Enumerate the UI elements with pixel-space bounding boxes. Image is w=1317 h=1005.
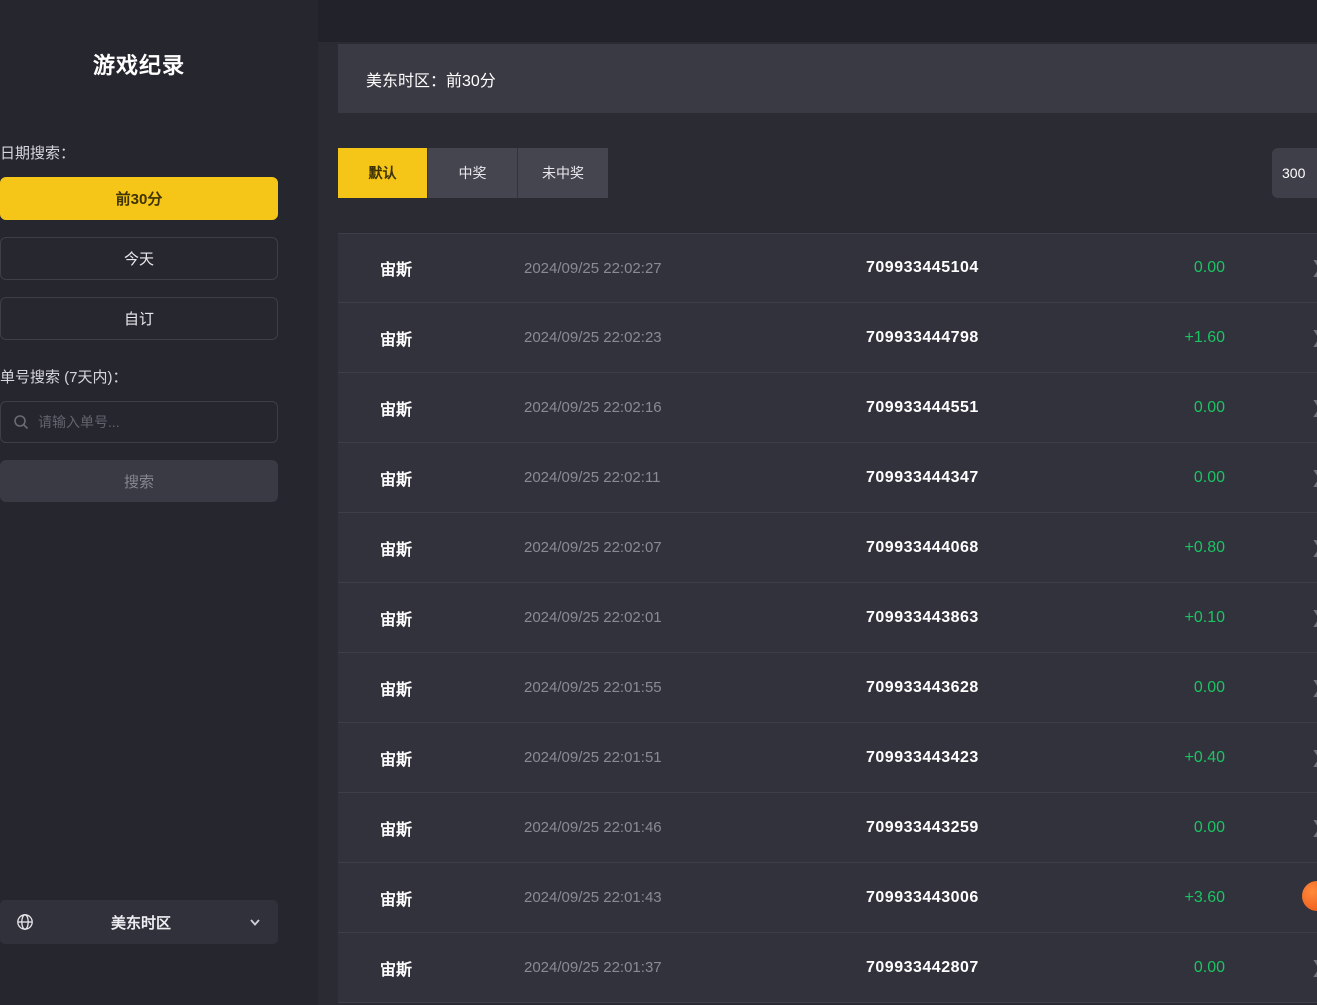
- amount-value: 0.00: [1166, 819, 1317, 837]
- amount-value: +0.10: [1166, 609, 1317, 627]
- chevron-right-icon: ❯: [1311, 678, 1317, 698]
- page-size-button[interactable]: 300: [1272, 148, 1317, 198]
- chevron-right-icon: ❯: [1311, 748, 1317, 768]
- table-row[interactable]: 宙斯 2024/09/25 22:02:27 709933445104 0.00…: [338, 233, 1317, 303]
- game-name: 宙斯: [380, 816, 524, 840]
- game-name: 宙斯: [380, 466, 524, 490]
- table-row[interactable]: 宙斯 2024/09/25 22:02:07 709933444068 +0.8…: [338, 513, 1317, 583]
- amount-value: 0.00: [1166, 469, 1317, 487]
- order-number: 709933443006: [866, 889, 1166, 907]
- order-number: 709933444068: [866, 539, 1166, 557]
- timezone-label: 美东时区: [34, 912, 248, 933]
- main-content: 美东时区：前30分 默认 中奖 未中奖 300 宙斯 2024/09/25 22…: [318, 0, 1317, 1005]
- game-name: 宙斯: [380, 606, 524, 630]
- record-time: 2024/09/25 22:01:55: [524, 679, 866, 696]
- record-time: 2024/09/25 22:01:51: [524, 749, 866, 766]
- amount-value: +1.60: [1166, 329, 1317, 347]
- page-title: 游戏纪录: [0, 48, 278, 80]
- filter-summary-bar: 美东时区：前30分: [338, 44, 1317, 113]
- chevron-down-icon: [248, 915, 262, 929]
- game-name: 宙斯: [380, 536, 524, 560]
- amount-value: 0.00: [1166, 259, 1317, 277]
- date-filter-group: 前30分 今天 自订: [0, 177, 278, 340]
- search-icon: [13, 414, 29, 430]
- record-time: 2024/09/25 22:02:01: [524, 609, 866, 626]
- record-time: 2024/09/25 22:02:11: [524, 469, 866, 486]
- search-button[interactable]: 搜索: [0, 460, 278, 502]
- record-time: 2024/09/25 22:01:43: [524, 889, 866, 906]
- chevron-right-icon: ❯: [1311, 398, 1317, 418]
- game-name: 宙斯: [380, 886, 524, 910]
- game-name: 宙斯: [380, 256, 524, 280]
- result-tabs: 默认 中奖 未中奖: [338, 148, 608, 198]
- order-number: 709933443259: [866, 819, 1166, 837]
- record-time: 2024/09/25 22:02:23: [524, 329, 866, 346]
- timezone-selector[interactable]: 美东时区: [0, 900, 278, 944]
- record-time: 2024/09/25 22:02:16: [524, 399, 866, 416]
- order-number: 709933444551: [866, 399, 1166, 417]
- chevron-right-icon: ❯: [1311, 538, 1317, 558]
- amount-value: 0.00: [1166, 399, 1317, 417]
- order-number: 709933444798: [866, 329, 1166, 347]
- table-row[interactable]: 宙斯 2024/09/25 22:01:37 709933442807 0.00…: [338, 933, 1317, 1003]
- amount-value: +0.40: [1166, 749, 1317, 767]
- order-search-label: 单号搜索 (7天内)：: [0, 366, 278, 387]
- amount-value: 0.00: [1166, 959, 1317, 977]
- globe-icon: [16, 913, 34, 931]
- table-row[interactable]: 宙斯 2024/09/25 22:01:43 709933443006 +3.6…: [338, 863, 1317, 933]
- amount-value: +0.80: [1166, 539, 1317, 557]
- tab-默认[interactable]: 默认: [338, 148, 428, 198]
- filter-summary-text: 美东时区：前30分: [366, 67, 496, 91]
- table-row[interactable]: 宙斯 2024/09/25 22:01:51 709933443423 +0.4…: [338, 723, 1317, 793]
- game-name: 宙斯: [380, 396, 524, 420]
- chevron-right-icon: ❯: [1311, 608, 1317, 628]
- game-name: 宙斯: [380, 676, 524, 700]
- chevron-right-icon: ❯: [1311, 258, 1317, 278]
- order-number: 709933442807: [866, 959, 1166, 977]
- date-filter-button[interactable]: 自订: [0, 297, 278, 340]
- record-time: 2024/09/25 22:02:27: [524, 260, 866, 277]
- game-name: 宙斯: [380, 326, 524, 350]
- amount-value: +3.60: [1166, 889, 1317, 907]
- record-time: 2024/09/25 22:02:07: [524, 539, 866, 556]
- order-number: 709933443628: [866, 679, 1166, 697]
- order-number: 709933445104: [866, 259, 1166, 277]
- table-row[interactable]: 宙斯 2024/09/25 22:01:46 709933443259 0.00…: [338, 793, 1317, 863]
- game-name: 宙斯: [380, 956, 524, 980]
- sidebar: 游戏纪录 日期搜索： 前30分 今天 自订 单号搜索 (7天内)： 搜索 美东时…: [0, 0, 318, 1005]
- order-number: 709933443423: [866, 749, 1166, 767]
- record-time: 2024/09/25 22:01:37: [524, 959, 866, 976]
- tab-未中奖[interactable]: 未中奖: [518, 148, 608, 198]
- game-name: 宙斯: [380, 746, 524, 770]
- chevron-right-icon: ❯: [1311, 818, 1317, 838]
- date-filter-button[interactable]: 前30分: [0, 177, 278, 220]
- chevron-right-icon: ❯: [1311, 328, 1317, 348]
- date-filter-button[interactable]: 今天: [0, 237, 278, 280]
- order-number: 709933444347: [866, 469, 1166, 487]
- records-table: 宙斯 2024/09/25 22:02:27 709933445104 0.00…: [338, 233, 1317, 1003]
- tab-中奖[interactable]: 中奖: [428, 148, 518, 198]
- table-row[interactable]: 宙斯 2024/09/25 22:01:55 709933443628 0.00…: [338, 653, 1317, 723]
- date-search-label: 日期搜索：: [0, 142, 278, 163]
- table-row[interactable]: 宙斯 2024/09/25 22:02:01 709933443863 +0.1…: [338, 583, 1317, 653]
- record-time: 2024/09/25 22:01:46: [524, 819, 866, 836]
- table-row[interactable]: 宙斯 2024/09/25 22:02:23 709933444798 +1.6…: [338, 303, 1317, 373]
- table-row[interactable]: 宙斯 2024/09/25 22:02:16 709933444551 0.00…: [338, 373, 1317, 443]
- chevron-right-icon: ❯: [1311, 958, 1317, 978]
- order-search-box: [0, 401, 278, 443]
- order-search-input[interactable]: [38, 414, 265, 430]
- order-number: 709933443863: [866, 609, 1166, 627]
- top-strip: [318, 0, 1317, 42]
- table-row[interactable]: 宙斯 2024/09/25 22:02:11 709933444347 0.00…: [338, 443, 1317, 513]
- chevron-right-icon: ❯: [1311, 468, 1317, 488]
- amount-value: 0.00: [1166, 679, 1317, 697]
